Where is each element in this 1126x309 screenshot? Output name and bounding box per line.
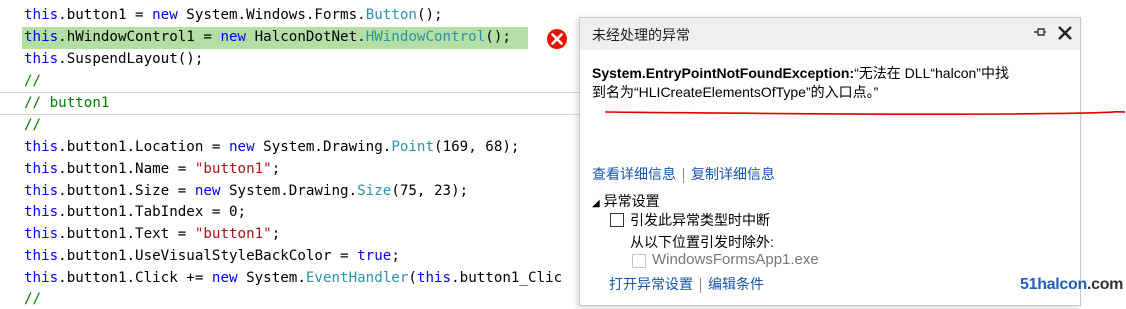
code-token: (169, 68); bbox=[434, 139, 520, 155]
code-token: .button1.Location = bbox=[58, 139, 230, 155]
code-token: .button1.Text = bbox=[58, 226, 195, 242]
code-token: .button1.Size = bbox=[58, 183, 195, 199]
code-token: ( bbox=[408, 270, 417, 286]
code-token: this bbox=[24, 248, 59, 264]
code-token: this bbox=[24, 183, 59, 199]
code-line: this.button1.Name = "button1"; bbox=[24, 159, 280, 179]
code-token: // bbox=[24, 117, 42, 133]
code-token: true bbox=[357, 248, 392, 264]
code-token: System.Drawing. bbox=[254, 139, 392, 155]
code-token: .button1.Click += bbox=[58, 270, 212, 286]
code-token: new bbox=[194, 183, 221, 199]
copy-details-link[interactable]: 复制详细信息 bbox=[691, 166, 775, 182]
code-line: // button1 bbox=[24, 93, 109, 113]
exception-message-line1: “无法在 DLL“halcon”中找 bbox=[854, 65, 1009, 81]
code-token: System.Windows.Forms. bbox=[177, 7, 366, 23]
code-token: new bbox=[220, 29, 247, 45]
code-token: HalconDotNet. bbox=[246, 29, 366, 45]
exception-message-line2: 到名为“HLICreateElementsOfType”的入口点。” bbox=[592, 84, 879, 100]
code-token: new bbox=[211, 270, 238, 286]
except-when-label: 从以下位置引发时除外: bbox=[630, 234, 774, 250]
code-token: ; bbox=[271, 161, 281, 177]
watermark-brand: 51halcon bbox=[1020, 276, 1087, 293]
code-line: // bbox=[24, 71, 41, 91]
code-token: // bbox=[24, 291, 42, 307]
code-line: // bbox=[24, 289, 41, 309]
code-token: // button1 bbox=[24, 95, 110, 111]
code-line: this.SuspendLayout(); bbox=[24, 49, 203, 69]
code-line: this.button1 = new System.Windows.Forms.… bbox=[24, 5, 443, 25]
code-line: this.button1.Click += new System.EventHa… bbox=[24, 268, 562, 288]
exception-message: System.EntryPointNotFoundException:“无法在 … bbox=[592, 64, 1072, 102]
code-token: new bbox=[229, 139, 255, 155]
code-line: this.button1.Text = "button1"; bbox=[24, 224, 280, 244]
code-token: System.Drawing. bbox=[220, 183, 358, 199]
code-token: "button1" bbox=[194, 161, 272, 177]
code-token: .button1_Clic bbox=[451, 270, 563, 286]
code-token: new bbox=[152, 7, 178, 23]
code-token: this bbox=[24, 270, 59, 286]
break-on-type-checkbox[interactable] bbox=[610, 213, 624, 227]
open-exception-settings-link[interactable]: 打开异常设置 bbox=[609, 276, 693, 292]
exception-settings-label: 异常设置 bbox=[603, 193, 660, 209]
code-token: this bbox=[24, 139, 59, 155]
code-line: this.button1.Size = new System.Drawing.S… bbox=[24, 181, 468, 201]
code-token: ; bbox=[271, 226, 281, 242]
link-separator bbox=[683, 167, 684, 183]
panel-title: 未经处理的异常 bbox=[592, 27, 690, 43]
code-token: .button1.TabIndex = 0; bbox=[58, 204, 247, 220]
code-line: this.hWindowControl1 = new HalconDotNet.… bbox=[24, 27, 511, 47]
detail-links: 查看详细信息 复制详细信息 bbox=[592, 164, 775, 184]
code-token: (); bbox=[416, 7, 443, 23]
code-token: .SuspendLayout(); bbox=[58, 51, 204, 67]
close-icon[interactable] bbox=[1054, 20, 1076, 46]
code-token: // bbox=[24, 73, 42, 89]
code-token: Button bbox=[365, 7, 417, 23]
code-token: (); bbox=[485, 29, 511, 45]
code-token: this bbox=[24, 29, 59, 45]
code-token: .button1.UseVisualStyleBackColor = bbox=[58, 248, 358, 264]
panel-header: 未经处理的异常 bbox=[580, 18, 1080, 50]
code-token: HWindowControl bbox=[365, 29, 486, 45]
exception-settings-header[interactable]: ◢ 异常设置 bbox=[592, 191, 660, 211]
code-line: this.button1.Location = new System.Drawi… bbox=[24, 137, 519, 157]
code-token: this bbox=[24, 7, 59, 23]
code-token: this bbox=[24, 204, 59, 220]
code-token: ; bbox=[391, 248, 400, 264]
pin-icon[interactable] bbox=[1032, 24, 1048, 43]
module-label: WindowsFormsApp1.exe bbox=[652, 251, 819, 268]
code-token: this bbox=[24, 226, 59, 242]
error-icon[interactable] bbox=[546, 28, 568, 50]
exception-type: System.EntryPointNotFoundException: bbox=[592, 65, 855, 81]
code-token: System. bbox=[237, 270, 306, 286]
view-details-link[interactable]: 查看详细信息 bbox=[592, 166, 676, 182]
watermark-domain: .com bbox=[1086, 276, 1124, 293]
collapse-triangle-icon[interactable]: ◢ bbox=[592, 198, 600, 209]
code-token: .button1 = bbox=[58, 7, 153, 23]
red-underline-annotation bbox=[605, 110, 1126, 116]
exception-helper-panel: 未经处理的异常 System.EntryPointNotFoundExcepti… bbox=[579, 17, 1081, 306]
code-token: .hWindowControl1 = bbox=[58, 29, 221, 45]
code-token: .button1.Name = bbox=[58, 161, 195, 177]
break-on-type-label: 引发此异常类型时中断 bbox=[630, 212, 770, 228]
code-token: this bbox=[416, 270, 452, 286]
link-separator bbox=[700, 277, 701, 293]
code-line: this.button1.UseVisualStyleBackColor = t… bbox=[24, 246, 400, 266]
code-line: // bbox=[24, 115, 41, 135]
code-token: this bbox=[24, 161, 59, 177]
code-token: Point bbox=[391, 139, 435, 155]
settings-links: 打开异常设置 编辑条件 bbox=[609, 274, 764, 294]
edit-conditions-link[interactable]: 编辑条件 bbox=[708, 276, 764, 292]
code-token: Size bbox=[357, 183, 392, 199]
code-line: this.button1.TabIndex = 0; bbox=[24, 202, 246, 222]
code-token: EventHandler bbox=[305, 270, 409, 286]
watermark: 51halcon.com bbox=[1020, 276, 1123, 294]
module-checkbox[interactable] bbox=[632, 254, 646, 268]
code-token: this bbox=[24, 51, 59, 67]
code-token: (75, 23); bbox=[391, 183, 469, 199]
code-token: "button1" bbox=[194, 226, 272, 242]
